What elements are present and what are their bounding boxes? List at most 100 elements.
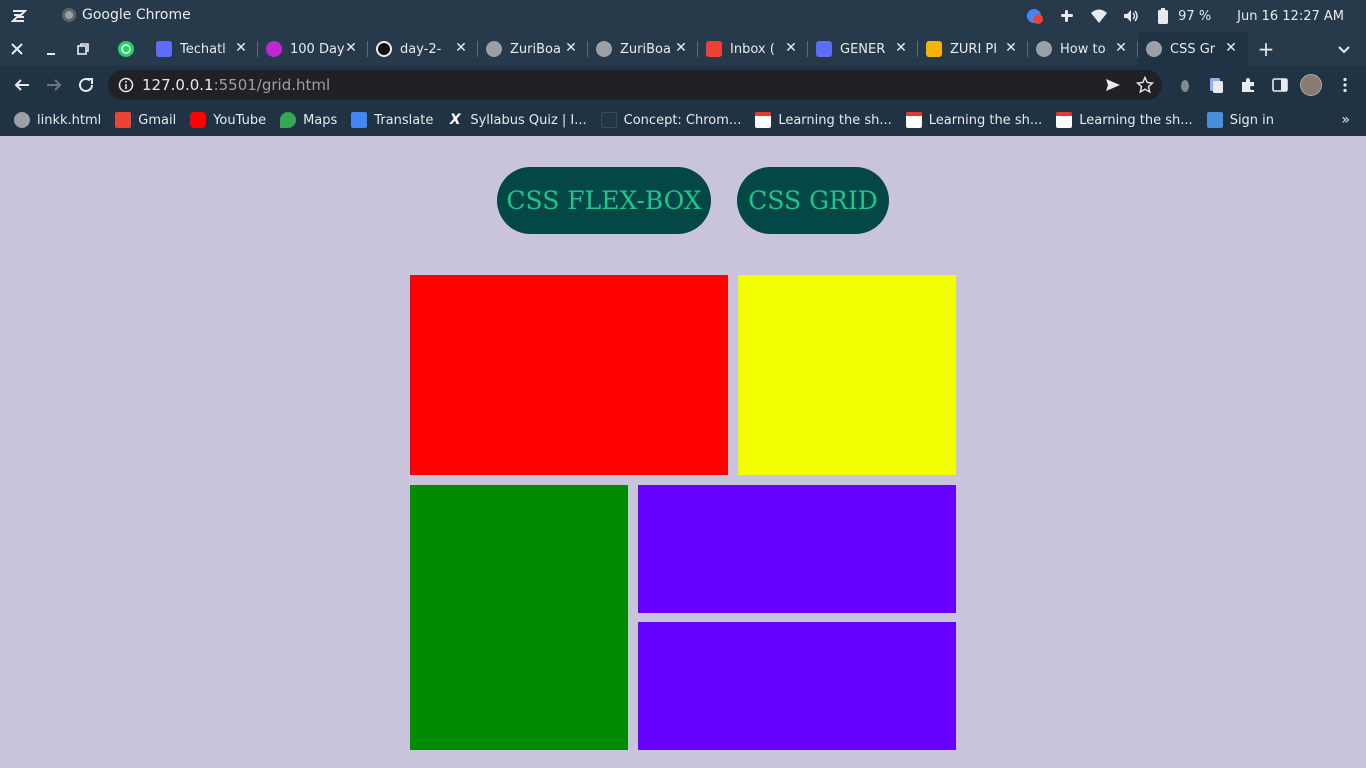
green-box [410,485,628,750]
chrome-icon [62,8,76,22]
address-bar[interactable]: 127.0.0.1:5501/grid.html [108,70,1162,100]
url-text[interactable]: 127.0.0.1:5501/grid.html [142,76,330,94]
tab-close-icon[interactable]: ✕ [1004,41,1018,55]
url-host: 127.0.0.1 [142,76,214,94]
tab-search-icon[interactable] [1336,41,1352,57]
bookmarks-bar: linkk.html Gmail YouTube Maps Translate … [0,104,1366,136]
bookmark-item[interactable]: linkk.html [14,112,101,128]
system-tray: 97 % Jun 16 12:27 AM [1012,0,1366,32]
tab-strip: Techatl ✕ 100 Day ✕ day-2- ✕ ZuriBoa ✕ Z… [0,32,1366,66]
bookmark-item[interactable]: YouTube [190,112,266,128]
tab-title: CSS Gr [1170,41,1216,57]
tab[interactable]: ZuriBoa ✕ [478,32,588,66]
browser-toolbar: 127.0.0.1:5501/grid.html [0,66,1366,104]
forward-icon[interactable] [44,75,64,95]
tab[interactable]: 100 Day ✕ [258,32,368,66]
tab[interactable]: day-2- ✕ [368,32,478,66]
tab[interactable]: How to ✕ [1028,32,1138,66]
restore-window-icon[interactable] [74,40,92,58]
whatsapp-icon[interactable] [117,40,135,58]
bookmark-item[interactable]: Learning the sh... [755,112,892,128]
x-icon: X [449,112,461,128]
tab-close-icon[interactable]: ✕ [344,41,358,55]
tab-title: How to [1060,41,1106,57]
globe-icon [1146,41,1162,57]
bookmark-star-icon[interactable] [1135,75,1155,98]
grid-button[interactable]: CSS GRID [737,167,889,234]
tab-title: day-2- [400,41,442,57]
bookmark-label: Learning the sh... [928,112,1043,128]
bookmark-item[interactable]: Maps [280,112,337,128]
tab[interactable]: Techatl ✕ [148,32,258,66]
github-icon [376,41,392,57]
wordpress-icon [1036,41,1052,57]
minimize-window-icon[interactable] [42,40,60,58]
reload-icon[interactable] [76,75,96,95]
translate-icon [351,112,368,128]
globe-icon [14,112,30,128]
docs-icon [156,41,172,57]
yellow-box [738,275,956,475]
tab-close-icon[interactable]: ✕ [1114,41,1128,55]
slack-icon[interactable] [1058,7,1076,25]
tab-close-icon[interactable]: ✕ [674,41,688,55]
bookmark-label: linkk.html [37,112,102,128]
gmail-icon [115,112,132,128]
bookmark-item[interactable]: Concept: Chrom... [600,112,741,128]
notification-icon[interactable] [1026,7,1044,25]
profile-avatar[interactable] [1300,74,1322,96]
udemy-icon [266,41,282,57]
bookmark-label: Syllabus Quiz | I... [470,112,587,128]
app-name-label: Google Chrome [82,7,191,23]
globe-icon [486,41,502,57]
extension-docs-icon[interactable] [1207,76,1225,94]
bookmark-item[interactable]: Translate [351,112,433,128]
back-icon[interactable] [12,75,32,95]
extensions-puzzle-icon[interactable] [1239,76,1257,94]
page-icon [755,112,772,128]
tab-close-icon[interactable]: ✕ [894,41,908,55]
tab-title: Inbox ( [730,41,775,57]
tab[interactable]: ZuriBoa ✕ [588,32,698,66]
bookmark-item[interactable]: Gmail [115,112,176,128]
bookmark-label: Gmail [138,112,177,128]
active-app: Google Chrome [62,7,191,23]
page-viewport: CSS FLEX-BOX CSS GRID [0,136,1366,768]
tab[interactable]: ZURI PI ✕ [918,32,1028,66]
bookmark-item[interactable]: X Syllabus Quiz | I... [447,112,587,128]
flexbox-button[interactable]: CSS FLEX-BOX [497,167,711,234]
bookmark-item[interactable]: Learning the sh... [1056,112,1193,128]
tab[interactable]: Inbox ( ✕ [698,32,808,66]
tabs-list: Techatl ✕ 100 Day ✕ day-2- ✕ ZuriBoa ✕ Z… [148,32,1248,66]
tab-close-icon[interactable]: ✕ [564,41,578,55]
bookmark-label: Learning the sh... [778,112,892,128]
new-tab-button[interactable]: + [1256,39,1276,59]
tab-close-icon[interactable]: ✕ [784,41,798,55]
side-panel-icon[interactable] [1271,76,1289,94]
send-icon[interactable] [1104,76,1122,98]
site-info-icon[interactable] [118,77,134,93]
bookmark-item[interactable]: Learning the sh... [905,112,1043,128]
bookmark-item[interactable]: Sign in [1206,112,1275,128]
tab-close-icon[interactable]: ✕ [454,41,468,55]
wifi-icon[interactable] [1090,7,1108,25]
tab-close-icon[interactable]: ✕ [1224,41,1238,55]
volume-icon[interactable] [1122,7,1140,25]
extension-mouse-icon[interactable] [1176,76,1194,94]
tab[interactable]: GENER ✕ [808,32,918,66]
tab-title: Techatl [180,41,226,57]
more-bookmarks-icon[interactable]: » [1341,112,1350,128]
clock[interactable]: Jun 16 12:27 AM [1237,9,1344,24]
ibb-icon [1206,112,1223,128]
docs-icon [816,41,832,57]
tab-active[interactable]: CSS Gr ✕ [1138,32,1248,66]
purple-box-bottom [638,622,956,750]
tab-close-icon[interactable]: ✕ [234,41,248,55]
bookmark-label: Sign in [1229,112,1275,128]
red-box [410,275,728,475]
tab-title: ZuriBoa [510,41,561,57]
app-launcher-icon[interactable] [10,7,28,25]
chrome-menu-icon[interactable] [1336,76,1354,94]
close-window-icon[interactable] [8,40,26,58]
gmail-icon [706,41,722,57]
